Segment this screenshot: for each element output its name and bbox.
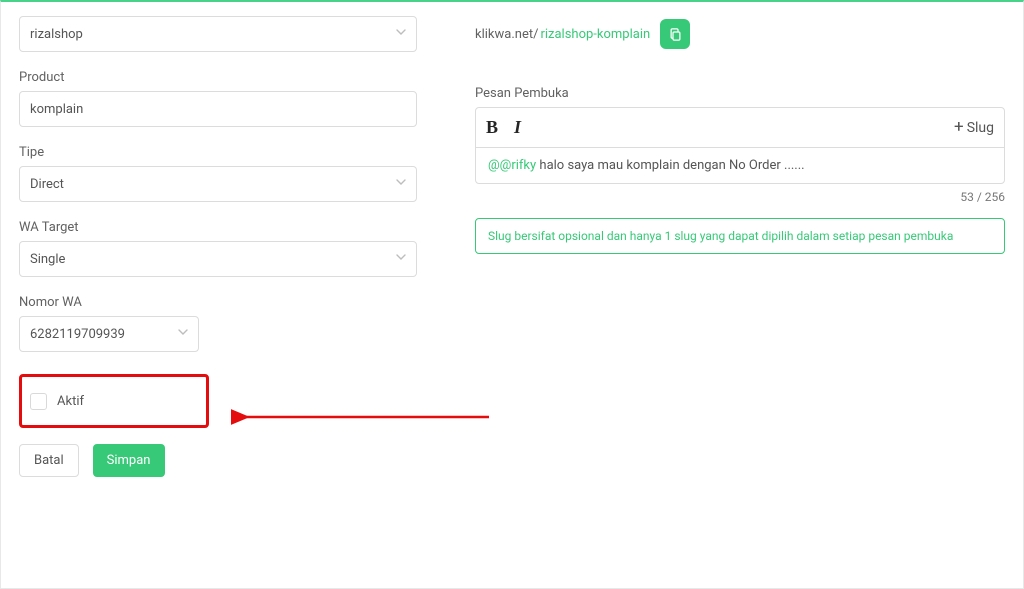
tipe-select-value: Direct <box>30 177 64 192</box>
aktif-highlight-box: Aktif <box>19 374 209 428</box>
editor-label: Pesan Pembuka <box>475 86 1005 101</box>
chevron-down-icon <box>396 29 406 39</box>
wa-target-label: WA Target <box>19 220 419 235</box>
save-button-label: Simpan <box>107 453 151 468</box>
editor-body[interactable]: @@rifky halo saya mau komplain dengan No… <box>476 148 1004 183</box>
chevron-down-icon <box>178 329 188 339</box>
shop-select-value: rizalshop <box>30 27 83 42</box>
shop-select[interactable]: rizalshop <box>19 16 417 52</box>
aktif-checkbox-label: Aktif <box>57 394 84 409</box>
cancel-button[interactable]: Batal <box>19 444 79 477</box>
plus-icon: + <box>954 119 964 136</box>
editor-toolbar: B I + Slug <box>476 108 1004 148</box>
add-slug-button[interactable]: + Slug <box>954 119 994 136</box>
nomor-wa-label: Nomor WA <box>19 295 419 310</box>
url-slug: rizalshop-komplain <box>540 27 650 42</box>
cancel-button-label: Batal <box>34 453 64 468</box>
char-counter: 53 / 256 <box>475 190 1005 204</box>
editor-mention: @@rifky <box>488 158 536 173</box>
copy-url-button[interactable] <box>660 19 690 49</box>
product-label: Product <box>19 70 419 85</box>
add-slug-button-label: Slug <box>967 120 994 136</box>
italic-button[interactable]: I <box>514 117 521 138</box>
wa-target-select[interactable]: Single <box>19 241 417 277</box>
aktif-checkbox[interactable] <box>30 393 47 410</box>
nomor-wa-select-value: 6282119709939 <box>30 327 125 342</box>
product-input-value: komplain <box>30 102 83 117</box>
url-domain: klikwa.net/ <box>475 27 538 42</box>
product-input[interactable]: komplain <box>19 91 417 127</box>
wa-target-select-value: Single <box>30 252 65 267</box>
nomor-wa-select[interactable]: 6282119709939 <box>19 316 199 352</box>
bold-button[interactable]: B <box>486 117 498 138</box>
chevron-down-icon <box>396 254 406 264</box>
save-button[interactable]: Simpan <box>93 444 165 477</box>
copy-icon <box>668 27 683 42</box>
tipe-select[interactable]: Direct <box>19 166 417 202</box>
tipe-label: Tipe <box>19 145 419 160</box>
message-editor: B I + Slug @@rifky halo saya mau komplai… <box>475 107 1005 184</box>
editor-text: halo saya mau komplain dengan No Order .… <box>536 158 804 173</box>
slug-hint: Slug bersifat opsional dan hanya 1 slug … <box>475 218 1005 254</box>
chevron-down-icon <box>396 179 406 189</box>
